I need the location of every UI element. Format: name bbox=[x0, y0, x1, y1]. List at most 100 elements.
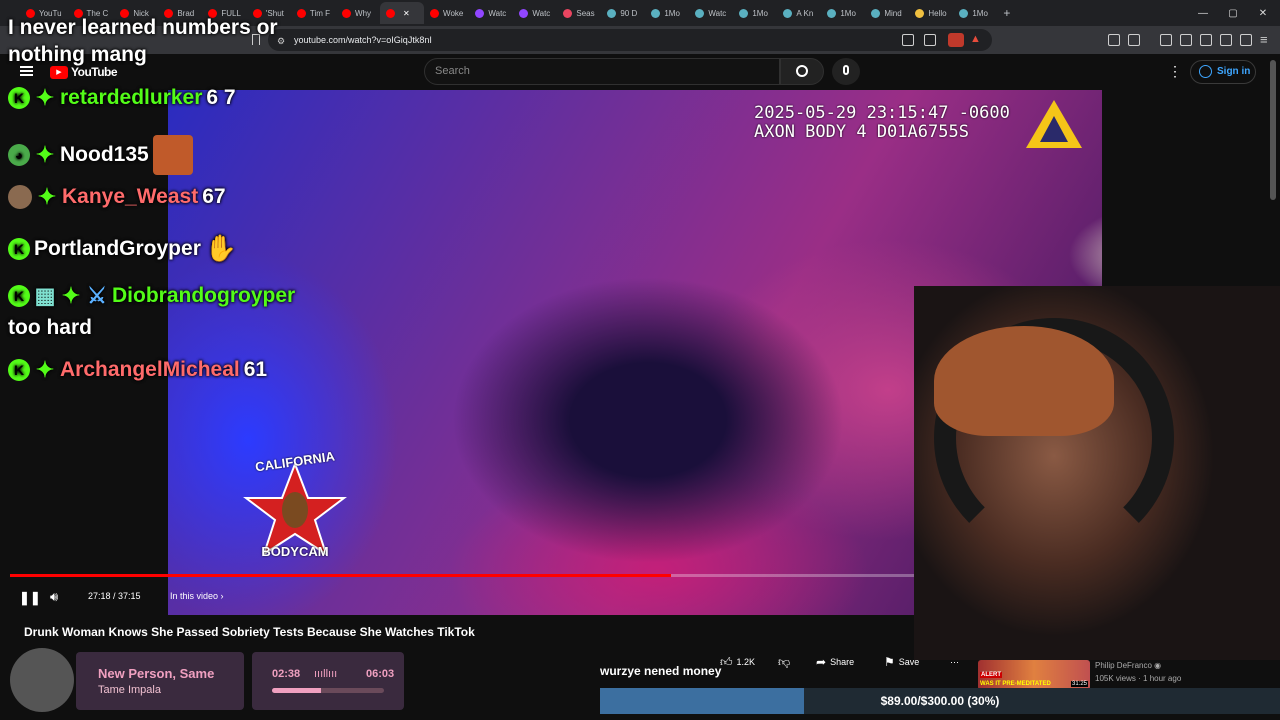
now-playing-progress-bar bbox=[272, 688, 384, 693]
tab-label: 1Mo bbox=[664, 8, 680, 18]
related-channel[interactable]: Philip DeFranco ◉ bbox=[1095, 661, 1161, 670]
chat-line: K ✦ retardedlurker 6 7 bbox=[8, 86, 236, 110]
dislike-button[interactable]: 👎︎ bbox=[778, 652, 790, 672]
ai-icon[interactable] bbox=[1220, 34, 1232, 46]
like-count: 1.2K bbox=[736, 657, 756, 667]
tab-favicon-icon bbox=[959, 8, 969, 18]
now-playing-progress-fill bbox=[272, 688, 321, 693]
browser-tab[interactable]: 1Mo bbox=[953, 2, 997, 24]
tab-label: 1Mo bbox=[972, 8, 988, 18]
menu-icon[interactable]: ≡ bbox=[1260, 32, 1268, 47]
now-playing-total: 06:03 bbox=[366, 668, 395, 680]
tab-label: 1Mo bbox=[752, 8, 768, 18]
browser-tab[interactable]: Why bbox=[336, 2, 380, 24]
new-tab-button[interactable]: + bbox=[997, 2, 1041, 24]
now-playing-title: New Person, Same bbox=[98, 666, 215, 681]
media-icon[interactable] bbox=[1160, 34, 1172, 46]
browser-tab[interactable]: Hello bbox=[909, 2, 953, 24]
related-video-thumbnail[interactable]: ALERT WAS IT PRE-MEDITATED 31:25 bbox=[978, 660, 1090, 690]
browser-tab[interactable]: 1Mo bbox=[733, 2, 777, 24]
close-window-button[interactable]: ✕ bbox=[1248, 0, 1278, 26]
in-this-video-button[interactable]: In this video › bbox=[170, 591, 224, 601]
chat-username: PortlandGroyper bbox=[34, 236, 201, 260]
chat-message: 67 bbox=[202, 185, 226, 208]
now-playing-artist: Tame Impala bbox=[98, 684, 161, 696]
chat-message: 6 7 bbox=[206, 86, 236, 109]
browser-tab[interactable]: ✕ bbox=[380, 2, 425, 24]
tab-label: 90 D bbox=[620, 8, 638, 18]
url-field[interactable]: youtube.com/watch?v=oIGiqJtk8nI bbox=[268, 29, 992, 51]
live-caption: wurzye nened money bbox=[600, 664, 722, 678]
sign-in-label: Sign in bbox=[1217, 66, 1251, 77]
browser-tab[interactable]: Woke bbox=[424, 2, 469, 24]
tab-favicon-icon bbox=[651, 8, 661, 18]
browser-tab[interactable]: Seas bbox=[557, 2, 601, 24]
donation-goal-bar: $89.00/$300.00 (30%) bbox=[600, 688, 1280, 714]
share-button[interactable]: ➦ Share bbox=[816, 652, 854, 672]
account-icon bbox=[1199, 65, 1212, 78]
sub-badge-icon: ✦ bbox=[37, 184, 57, 209]
tab-favicon-icon bbox=[386, 8, 396, 18]
wallet-icon[interactable] bbox=[1200, 34, 1212, 46]
maximize-button[interactable]: ▢ bbox=[1218, 0, 1248, 26]
more-options-icon[interactable]: ⋮ bbox=[1168, 63, 1182, 80]
alert-extension-icon[interactable]: ▲ bbox=[970, 33, 981, 45]
browser-tab[interactable]: Mind bbox=[865, 2, 909, 24]
tab-label: Seas bbox=[576, 8, 595, 18]
search-input[interactable]: Search bbox=[424, 58, 780, 85]
related-duration: 31:25 bbox=[1070, 681, 1088, 687]
like-icon: 👍︎ bbox=[720, 654, 733, 669]
save-button[interactable]: ⚑ Save bbox=[884, 652, 919, 672]
tab-label: Tim F bbox=[309, 8, 331, 18]
tab-favicon-icon bbox=[296, 8, 306, 18]
sub-badge-icon: ✦ bbox=[61, 283, 81, 308]
extension-icon[interactable] bbox=[948, 33, 964, 47]
now-playing-progress-widget: 02:38 ıııllııı 06:03 bbox=[252, 652, 404, 710]
voice-search-button[interactable] bbox=[832, 58, 860, 85]
timestamp-line-1: 2025-05-29 23:15:47 -0600 bbox=[754, 103, 1010, 123]
video-progress-fill bbox=[10, 574, 671, 577]
channel-avatar[interactable] bbox=[10, 648, 74, 712]
tab-label: Woke bbox=[443, 8, 464, 18]
browser-tab[interactable]: Watc bbox=[469, 2, 513, 24]
chat-line: ✦ Kanye_Weast 67 bbox=[8, 185, 226, 209]
tab-favicon-icon bbox=[871, 8, 881, 18]
related-thumb-text: WAS IT PRE-MEDITATED bbox=[980, 681, 1051, 687]
shield-icon[interactable] bbox=[1240, 34, 1252, 46]
video-progress-bar[interactable] bbox=[10, 574, 914, 577]
sign-in-button[interactable]: Sign in bbox=[1190, 60, 1256, 84]
tab-favicon-icon bbox=[827, 8, 837, 18]
donation-goal-text: $89.00/$300.00 (30%) bbox=[880, 694, 1000, 708]
gift-badge-icon: ▦ bbox=[34, 283, 56, 308]
browser-tab[interactable]: Watc bbox=[513, 2, 557, 24]
more-actions-button[interactable]: ⋯ bbox=[950, 652, 959, 672]
close-tab-icon[interactable]: ✕ bbox=[403, 9, 410, 18]
browser-tab[interactable]: 1Mo bbox=[645, 2, 689, 24]
cast-icon[interactable] bbox=[902, 34, 914, 46]
volume-icon[interactable]: 🔊︎ bbox=[50, 589, 58, 605]
like-button[interactable]: 👍︎ 1.2K bbox=[720, 652, 755, 672]
tab-favicon-icon bbox=[607, 8, 617, 18]
browser-tab[interactable]: Watc bbox=[689, 2, 733, 24]
minimize-button[interactable]: — bbox=[1188, 0, 1218, 26]
browser-tab[interactable]: A Kn bbox=[777, 2, 821, 24]
chat-username: Kanye_Weast bbox=[62, 185, 199, 208]
tab-label: Hello bbox=[928, 8, 947, 18]
kick-badge-icon: K bbox=[8, 285, 30, 307]
share-page-icon[interactable] bbox=[924, 34, 936, 46]
screenshot-icon[interactable] bbox=[1128, 34, 1140, 46]
sub-badge-icon: ✦ bbox=[35, 357, 55, 382]
search-button[interactable] bbox=[780, 58, 824, 85]
tab-favicon-icon bbox=[430, 8, 440, 18]
tab-label: Watc bbox=[708, 8, 727, 18]
browser-tab[interactable]: 1Mo bbox=[821, 2, 865, 24]
page-scrollbar[interactable] bbox=[1270, 60, 1276, 200]
url-text: youtube.com/watch?v=oIGiqJtk8nI bbox=[294, 35, 432, 45]
chat-username: retardedlurker bbox=[60, 86, 203, 109]
extensions-icon[interactable] bbox=[1108, 34, 1120, 46]
sidebar-icon[interactable] bbox=[1180, 34, 1192, 46]
tab-favicon-icon bbox=[519, 8, 529, 18]
browser-tab[interactable]: 90 D bbox=[601, 2, 645, 24]
save-label: Save bbox=[898, 657, 920, 667]
pause-icon[interactable]: ❚❚ bbox=[19, 590, 41, 606]
